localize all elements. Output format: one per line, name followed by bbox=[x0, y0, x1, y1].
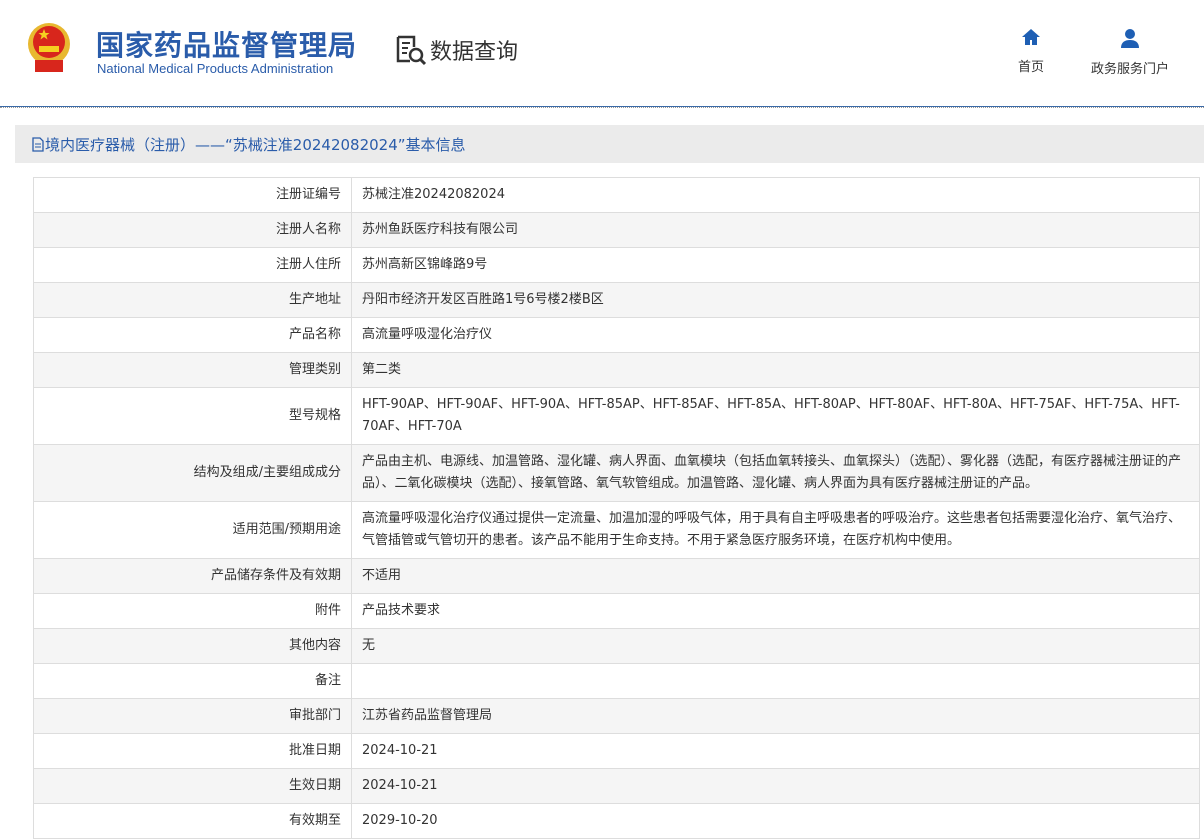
field-value: HFT-90AP、HFT-90AF、HFT-90A、HFT-85AP、HFT-8… bbox=[351, 387, 1200, 445]
national-emblem-icon bbox=[28, 23, 70, 72]
field-value: 高流量呼吸湿化治疗仪 bbox=[351, 317, 1200, 353]
device-info-table: 注册证编号 苏械注准20242082024 注册人名称 苏州鱼跃医疗科技有限公司 注册人… bbox=[33, 177, 1200, 839]
field-value: 不适用 bbox=[351, 558, 1200, 594]
field-label: 结构及组成/主要组成成分 bbox=[33, 444, 352, 502]
home-icon bbox=[1022, 29, 1040, 45]
table-row: 附件 产品技术要求 bbox=[33, 593, 1200, 629]
nav-home[interactable]: 首页 bbox=[1018, 28, 1044, 75]
data-query-title[interactable]: 数据查询 bbox=[395, 34, 518, 66]
site-header: 国家药品监督管理局 National Medical Products Admi… bbox=[0, 0, 1204, 106]
field-value: 2024-10-21 bbox=[351, 733, 1200, 769]
field-label: 管理类别 bbox=[33, 352, 352, 388]
field-label: 备注 bbox=[33, 663, 352, 699]
field-label: 注册人住所 bbox=[33, 247, 352, 283]
page-title: 境内医疗器械（注册）——“苏械注准20242082024”基本信息 bbox=[15, 125, 1204, 163]
table-row: 审批部门 江苏省药品监督管理局 bbox=[33, 698, 1200, 734]
field-value bbox=[351, 663, 1200, 699]
table-row: 批准日期 2024-10-21 bbox=[33, 733, 1200, 769]
field-label: 产品储存条件及有效期 bbox=[33, 558, 352, 594]
table-row: 注册人名称 苏州鱼跃医疗科技有限公司 bbox=[33, 212, 1200, 248]
org-name-en: National Medical Products Administration bbox=[97, 61, 334, 76]
document-search-icon bbox=[396, 35, 427, 66]
org-name-cn: 国家药品监督管理局 bbox=[96, 29, 358, 62]
table-row: 注册证编号 苏械注准20242082024 bbox=[33, 177, 1200, 213]
table-row: 生效日期 2024-10-21 bbox=[33, 768, 1200, 804]
field-label: 注册人名称 bbox=[33, 212, 352, 248]
field-label: 有效期至 bbox=[33, 803, 352, 839]
table-row: 产品储存条件及有效期 不适用 bbox=[33, 558, 1200, 594]
nav-gov-service-portal[interactable]: 政务服务门户 bbox=[1091, 28, 1169, 77]
user-icon bbox=[1121, 29, 1139, 48]
table-row: 有效期至 2029-10-20 bbox=[33, 803, 1200, 839]
table-row: 产品名称 高流量呼吸湿化治疗仪 bbox=[33, 317, 1200, 353]
field-label: 审批部门 bbox=[33, 698, 352, 734]
field-value: 产品由主机、电源线、加温管路、湿化罐、病人界面、血氧模块（包括血氧转接头、血氧探… bbox=[351, 444, 1200, 502]
table-row: 注册人住所 苏州高新区锦峰路9号 bbox=[33, 247, 1200, 283]
field-value: 高流量呼吸湿化治疗仪通过提供一定流量、加温加湿的呼吸气体，用于具有自主呼吸患者的… bbox=[351, 501, 1200, 559]
table-row: 结构及组成/主要组成成分 产品由主机、电源线、加温管路、湿化罐、病人界面、血氧模块… bbox=[33, 444, 1200, 502]
field-value: 2024-10-21 bbox=[351, 768, 1200, 804]
field-label: 产品名称 bbox=[33, 317, 352, 353]
field-value: 产品技术要求 bbox=[351, 593, 1200, 629]
table-row: 备注 bbox=[33, 663, 1200, 699]
table-row: 管理类别 第二类 bbox=[33, 352, 1200, 388]
header-divider bbox=[0, 106, 1204, 108]
field-value: 丹阳市经济开发区百胜路1号6号楼2楼B区 bbox=[351, 282, 1200, 318]
field-label: 生产地址 bbox=[33, 282, 352, 318]
field-label: 生效日期 bbox=[33, 768, 352, 804]
field-label: 型号规格 bbox=[33, 387, 352, 445]
field-value: 第二类 bbox=[351, 352, 1200, 388]
field-value: 苏州高新区锦峰路9号 bbox=[351, 247, 1200, 283]
field-value: 苏州鱼跃医疗科技有限公司 bbox=[351, 212, 1200, 248]
table-row: 型号规格 HFT-90AP、HFT-90AF、HFT-90A、HFT-85AP、H… bbox=[33, 387, 1200, 445]
field-label: 附件 bbox=[33, 593, 352, 629]
field-value: 江苏省药品监督管理局 bbox=[351, 698, 1200, 734]
table-row: 其他内容无 bbox=[33, 628, 1200, 664]
table-row: 适用范围/预期用途 高流量呼吸湿化治疗仪通过提供一定流量、加温加湿的呼吸气体，用于… bbox=[33, 501, 1200, 559]
field-label: 适用范围/预期用途 bbox=[33, 501, 352, 559]
field-label: 其他内容 bbox=[33, 628, 352, 664]
field-label: 批准日期 bbox=[33, 733, 352, 769]
field-value: 苏械注准20242082024 bbox=[351, 177, 1200, 213]
document-icon bbox=[32, 136, 44, 152]
field-value: 2029-10-20 bbox=[351, 803, 1200, 839]
field-label: 注册证编号 bbox=[33, 177, 352, 213]
field-value: 无 bbox=[351, 628, 1200, 664]
table-row: 生产地址 丹阳市经济开发区百胜路1号6号楼2楼B区 bbox=[33, 282, 1200, 318]
